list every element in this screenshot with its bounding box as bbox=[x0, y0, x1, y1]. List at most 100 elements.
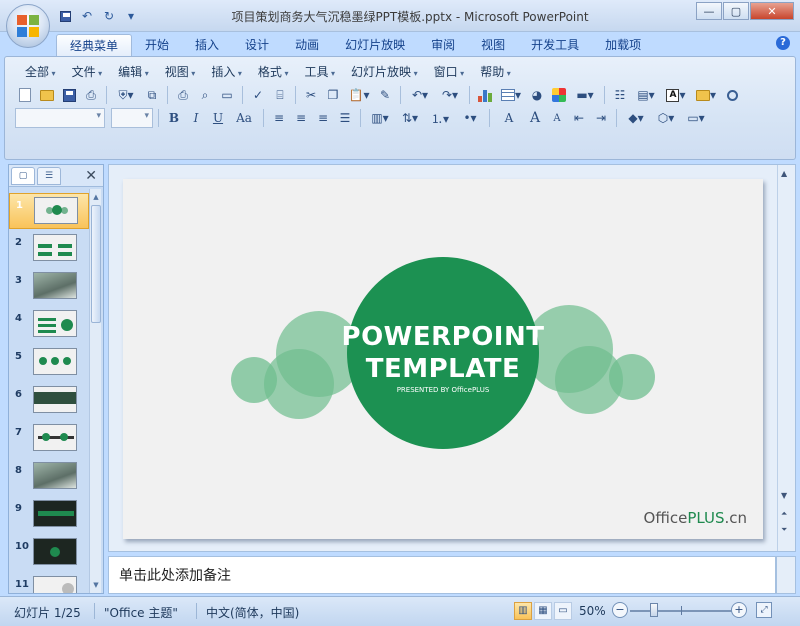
slide-thumbnail[interactable]: 5 bbox=[9, 345, 89, 381]
numbering-icon[interactable]: ⒈▾ bbox=[426, 108, 454, 128]
undo-dropdown-icon[interactable]: ↶▾ bbox=[406, 85, 434, 105]
shapes-icon[interactable]: ◆▾ bbox=[622, 108, 650, 128]
save-as-pdf-icon[interactable]: ⎙ bbox=[81, 85, 101, 105]
zoom-out-button[interactable]: − bbox=[612, 602, 628, 618]
tab-review[interactable]: 审阅 bbox=[418, 34, 468, 56]
new-slide-icon[interactable]: ☷ bbox=[610, 85, 630, 105]
grow-font-icon[interactable]: A bbox=[525, 108, 545, 128]
scrollbar-thumb[interactable] bbox=[91, 205, 101, 323]
font-name-combo[interactable] bbox=[15, 108, 105, 128]
arrange-icon[interactable]: ⬡▾ bbox=[652, 108, 680, 128]
slide-thumbnail[interactable]: 4 bbox=[9, 307, 89, 343]
increase-indent-icon[interactable]: ⇥ bbox=[591, 108, 611, 128]
research-icon[interactable]: ⌸ bbox=[270, 85, 290, 105]
notes-scrollbar[interactable] bbox=[776, 556, 796, 594]
help-icon[interactable]: ? bbox=[776, 36, 790, 50]
slide-sorter-view-icon[interactable]: ▦ bbox=[534, 602, 552, 620]
previous-slide-icon[interactable]: ⏶ bbox=[781, 509, 787, 519]
print-icon[interactable]: ⎙ bbox=[173, 85, 193, 105]
slide-thumbnail[interactable]: 6 bbox=[9, 383, 89, 419]
underline-button[interactable]: U bbox=[208, 108, 228, 128]
maximize-button[interactable]: ▢ bbox=[723, 2, 749, 20]
slide-thumbnail[interactable]: 7 bbox=[9, 421, 89, 457]
next-slide-icon[interactable]: ⏷ bbox=[781, 525, 787, 535]
notes-pane[interactable]: 单击此处添加备注 bbox=[108, 556, 776, 594]
menu-help[interactable]: 帮助 bbox=[472, 63, 519, 81]
insert-table-icon[interactable]: ▾ bbox=[497, 85, 525, 105]
zoom-in-button[interactable]: + bbox=[731, 602, 747, 618]
redo-dropdown-icon[interactable]: ↷▾ bbox=[436, 85, 464, 105]
shrink-font-icon[interactable]: A bbox=[547, 108, 567, 128]
slide-pane-scrollbar[interactable]: ▲ ▼ ⏶ ⏷ bbox=[777, 165, 795, 551]
save-file-icon[interactable] bbox=[59, 85, 79, 105]
tab-design[interactable]: 设计 bbox=[232, 34, 282, 56]
menu-window[interactable]: 窗口 bbox=[426, 63, 473, 81]
slides-tab-icon[interactable]: ▢ bbox=[11, 166, 35, 185]
menu-slide-show[interactable]: 幻灯片放映 bbox=[343, 63, 426, 81]
spelling-icon[interactable]: ✓ bbox=[248, 85, 268, 105]
menu-insert[interactable]: 插入 bbox=[203, 63, 250, 81]
slide-thumbnail[interactable]: 9 bbox=[9, 497, 89, 533]
page-setup-icon[interactable]: ▭ bbox=[217, 85, 237, 105]
cut-icon[interactable]: ✂ bbox=[301, 85, 321, 105]
italic-button[interactable]: I bbox=[186, 108, 206, 128]
slide-thumbnail[interactable]: 3 bbox=[9, 269, 89, 305]
color-picker-icon[interactable] bbox=[549, 85, 569, 105]
save-icon[interactable] bbox=[56, 7, 74, 25]
office-button[interactable] bbox=[6, 4, 50, 48]
grayscale-icon[interactable]: ▬▾ bbox=[571, 85, 599, 105]
zoom-level[interactable]: 50% bbox=[579, 604, 606, 618]
menu-tools[interactable]: 工具 bbox=[296, 63, 343, 81]
slide-thumbnail[interactable]: 11 bbox=[9, 573, 89, 593]
undo-icon[interactable]: ↶ bbox=[78, 7, 96, 25]
close-button[interactable]: ✕ bbox=[750, 2, 794, 20]
font-size-combo[interactable] bbox=[111, 108, 153, 128]
theme-name[interactable]: "Office 主题" bbox=[104, 604, 178, 621]
insert-chart-icon[interactable] bbox=[475, 85, 495, 105]
tab-insert[interactable]: 插入 bbox=[182, 34, 232, 56]
slide-show-view-icon[interactable]: ▭ bbox=[554, 602, 572, 620]
slide-thumbnail[interactable]: 2 bbox=[9, 231, 89, 267]
text-box-icon[interactable]: A ▾ bbox=[662, 85, 690, 105]
slide-thumbnail[interactable]: 1 bbox=[9, 193, 89, 229]
menu-view[interactable]: 视图 bbox=[157, 63, 204, 81]
slide-thumbnail[interactable]: 10 bbox=[9, 535, 89, 571]
qat-customize-button[interactable]: ▾ bbox=[122, 7, 140, 25]
columns-icon[interactable]: ▥▾ bbox=[366, 108, 394, 128]
search-icon[interactable] bbox=[722, 85, 742, 105]
tab-add-ins[interactable]: 加载项 bbox=[592, 34, 654, 56]
scroll-up-icon[interactable]: ▲ bbox=[781, 169, 787, 178]
change-case-button[interactable]: Aa bbox=[230, 108, 258, 128]
menu-all[interactable]: 全部 bbox=[17, 63, 64, 81]
outline-tab-icon[interactable]: ☰ bbox=[37, 166, 61, 185]
slides-panel-scrollbar[interactable]: ▲ ▼ bbox=[89, 189, 101, 593]
new-document-icon[interactable] bbox=[15, 85, 35, 105]
print-preview-icon[interactable]: ⌕ bbox=[195, 85, 215, 105]
scroll-up-icon[interactable]: ▲ bbox=[90, 191, 102, 203]
menu-file[interactable]: 文件 bbox=[64, 63, 111, 81]
open-folder-dropdown-icon[interactable]: ▾ bbox=[692, 85, 720, 105]
scroll-down-icon[interactable]: ▼ bbox=[781, 491, 787, 500]
tab-view[interactable]: 视图 bbox=[468, 34, 518, 56]
align-left-icon[interactable]: ≡ bbox=[269, 108, 289, 128]
fit-to-window-icon[interactable]: ⤢ bbox=[756, 602, 772, 618]
bullets-icon[interactable]: •▾ bbox=[456, 108, 484, 128]
redo-icon[interactable]: ↻ bbox=[100, 7, 118, 25]
slide-title[interactable]: POWERPOINT TEMPLATE bbox=[323, 321, 563, 385]
align-right-icon[interactable]: ≡ bbox=[313, 108, 333, 128]
tab-classic-menu[interactable]: 经典菜单 bbox=[56, 34, 133, 56]
slide-canvas[interactable]: POWERPOINT TEMPLATE PRESENTED BY OfficeP… bbox=[123, 179, 763, 539]
close-panel-icon[interactable]: ✕ bbox=[85, 168, 97, 184]
bold-button[interactable]: B bbox=[164, 108, 184, 128]
permission-icon[interactable]: ⛨▾ bbox=[112, 85, 140, 105]
shape-fill-icon[interactable]: ▭▾ bbox=[682, 108, 710, 128]
menu-format[interactable]: 格式 bbox=[250, 63, 297, 81]
normal-view-icon[interactable]: ▥ bbox=[514, 602, 532, 620]
attach-icon[interactable]: ⧉ bbox=[142, 85, 162, 105]
tab-developer[interactable]: 开发工具 bbox=[518, 34, 592, 56]
decrease-indent-icon[interactable]: ⇤ bbox=[569, 108, 589, 128]
zoom-slider[interactable] bbox=[630, 610, 736, 612]
tab-home[interactable]: 开始 bbox=[132, 34, 182, 56]
zoom-slider-thumb[interactable] bbox=[650, 603, 658, 617]
justify-icon[interactable]: ☰ bbox=[335, 108, 355, 128]
